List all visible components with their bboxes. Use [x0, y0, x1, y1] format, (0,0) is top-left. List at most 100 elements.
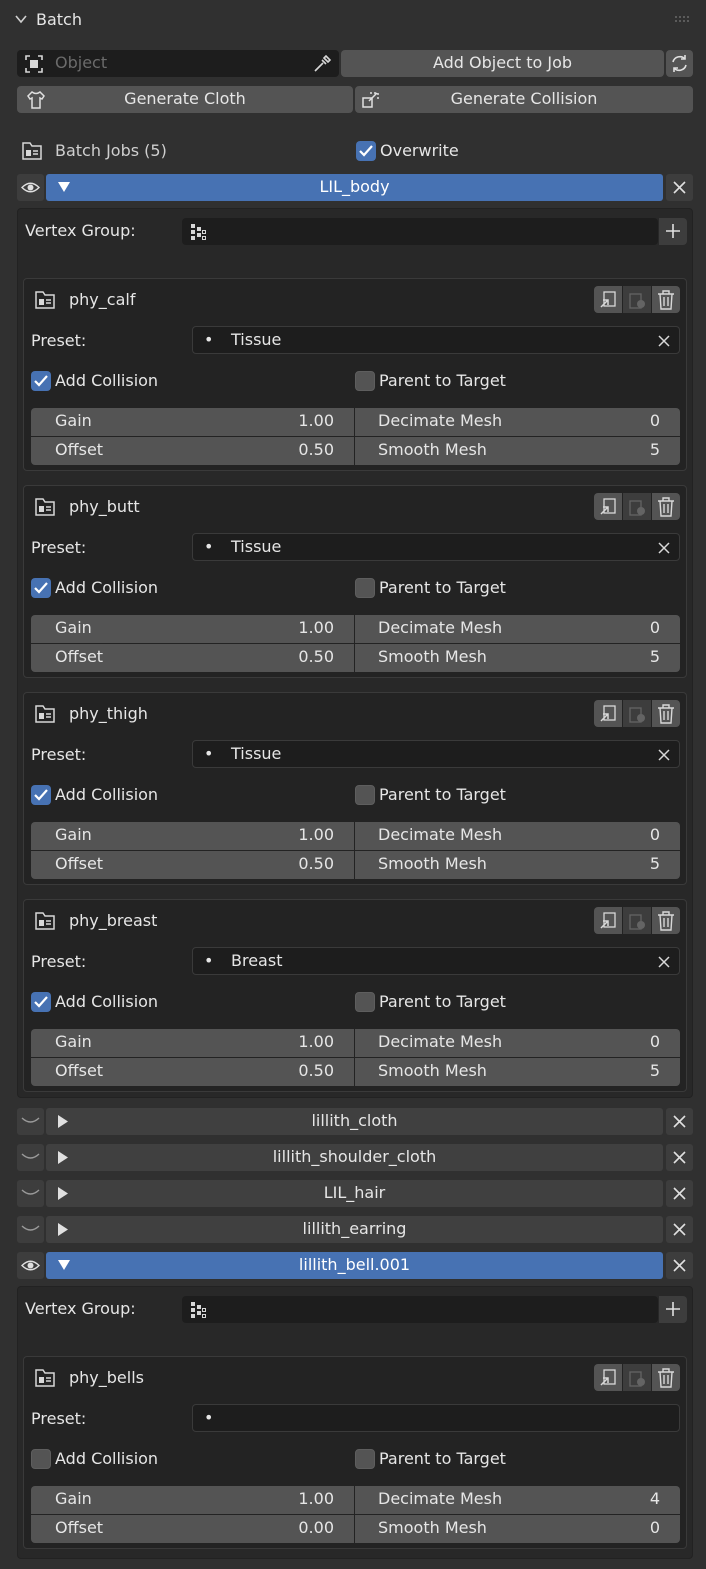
decimate-mesh-field[interactable]: Decimate Mesh 4 [355, 1486, 680, 1514]
object-placeholder: Object [55, 53, 108, 72]
clear-preset-icon[interactable] [658, 335, 670, 347]
offset-field[interactable]: Offset 0.00 [31, 1515, 354, 1543]
add-vertex-group-button[interactable] [659, 218, 687, 245]
job-header-lillith-bell[interactable]: lillith_bell.001 [46, 1252, 663, 1279]
smooth-mesh-field[interactable]: Smooth Mesh 0 [355, 1515, 680, 1543]
decimate-mesh-field[interactable]: Decimate Mesh 0 [355, 822, 680, 850]
parent-to-target-checkbox[interactable] [355, 785, 375, 805]
copy-settings-button[interactable] [594, 907, 622, 934]
offset-field[interactable]: Offset 0.50 [31, 644, 354, 672]
offset-field[interactable]: Offset 0.50 [31, 851, 354, 879]
job-visibility-toggle[interactable] [17, 1144, 44, 1171]
clear-preset-icon[interactable] [658, 749, 670, 761]
smooth-label: Smooth Mesh [378, 647, 487, 666]
smooth-mesh-field[interactable]: Smooth Mesh 5 [355, 437, 680, 465]
job-header-lillith-earring[interactable]: lillith_earring [46, 1216, 663, 1243]
gain-field[interactable]: Gain 1.00 [31, 822, 354, 850]
job-visibility-toggle[interactable] [17, 1108, 44, 1135]
paste-settings-button[interactable] [623, 286, 651, 313]
batch-item-phy-butt: phy_butt Preset: • Tissue Add Collision … [23, 485, 687, 678]
add-vertex-group-button[interactable] [659, 1296, 687, 1323]
job-visibility-toggle[interactable] [17, 1180, 44, 1207]
parent-to-target-label: Parent to Target [379, 992, 506, 1011]
parent-to-target-checkbox[interactable] [355, 578, 375, 598]
decimate-mesh-field[interactable]: Decimate Mesh 0 [355, 408, 680, 436]
trash-icon [658, 911, 674, 931]
generate-collision-button[interactable]: Generate Collision [355, 86, 693, 113]
object-picker-field[interactable]: Object [17, 50, 339, 77]
gain-field[interactable]: Gain 1.00 [31, 1486, 354, 1514]
job-visibility-toggle[interactable] [17, 1216, 44, 1243]
remove-job-button[interactable] [666, 1216, 693, 1243]
generate-cloth-button[interactable]: Generate Cloth [17, 86, 353, 113]
preset-field[interactable]: • [192, 1404, 680, 1432]
parent-to-target-checkbox[interactable] [355, 992, 375, 1012]
preset-field[interactable]: • Breast [192, 947, 680, 975]
overwrite-checkbox[interactable] [356, 141, 376, 161]
gain-field[interactable]: Gain 1.00 [31, 615, 354, 643]
smooth-mesh-field[interactable]: Smooth Mesh 5 [355, 1058, 680, 1086]
job-name: LIL_body [319, 177, 390, 196]
add-collision-checkbox[interactable] [31, 992, 51, 1012]
add-collision-checkbox[interactable] [31, 578, 51, 598]
copy-settings-button[interactable] [594, 286, 622, 313]
preset-label: Preset: [31, 1409, 87, 1428]
decimate-mesh-field[interactable]: Decimate Mesh 0 [355, 1029, 680, 1057]
delete-item-button[interactable] [652, 907, 680, 934]
gain-field[interactable]: Gain 1.00 [31, 1029, 354, 1057]
job-header-lillith-shoulder-cloth[interactable]: lillith_shoulder_cloth [46, 1144, 663, 1171]
clear-preset-icon[interactable] [658, 542, 670, 554]
add-object-to-job-button[interactable]: Add Object to Job [341, 50, 664, 77]
decimate-mesh-field[interactable]: Decimate Mesh 0 [355, 615, 680, 643]
vertex-group-field[interactable] [182, 1296, 658, 1323]
copy-settings-button[interactable] [594, 700, 622, 727]
job-header-lil-hair[interactable]: LIL_hair [46, 1180, 663, 1207]
refresh-button[interactable] [666, 50, 693, 77]
add-collision-checkbox[interactable] [31, 1449, 51, 1469]
remove-job-button[interactable] [666, 1144, 693, 1171]
clear-preset-icon[interactable] [658, 956, 670, 968]
drag-grip-icon[interactable] [674, 12, 692, 26]
preset-field[interactable]: • Tissue [192, 326, 680, 354]
add-collision-checkbox[interactable] [31, 785, 51, 805]
parent-to-target-checkbox[interactable] [355, 1449, 375, 1469]
eyedropper-icon[interactable] [311, 53, 333, 75]
add-collision-checkbox[interactable] [31, 371, 51, 391]
parent-to-target-checkbox[interactable] [355, 371, 375, 391]
vertex-group-field[interactable] [182, 218, 658, 245]
remove-job-button[interactable] [666, 1108, 693, 1135]
gain-label: Gain [55, 825, 92, 844]
checkmark-icon [359, 145, 373, 157]
delete-item-button[interactable] [652, 1364, 680, 1391]
smooth-mesh-field[interactable]: Smooth Mesh 5 [355, 851, 680, 879]
batch-panel-header[interactable]: Batch [0, 0, 706, 40]
preset-field[interactable]: • Tissue [192, 533, 680, 561]
copy-icon [600, 1369, 616, 1386]
job-visibility-toggle[interactable] [17, 174, 44, 201]
job-visibility-toggle[interactable] [17, 1252, 44, 1279]
gain-value: 1.00 [298, 411, 334, 430]
gain-field[interactable]: Gain 1.00 [31, 408, 354, 436]
copy-settings-button[interactable] [594, 493, 622, 520]
paste-settings-button[interactable] [623, 907, 651, 934]
preset-field[interactable]: • Tissue [192, 740, 680, 768]
job-header-lil-body[interactable]: LIL_body [46, 174, 663, 201]
remove-job-button[interactable] [666, 1252, 693, 1279]
paste-settings-button[interactable] [623, 493, 651, 520]
paste-icon [629, 500, 645, 516]
delete-item-button[interactable] [652, 700, 680, 727]
paste-settings-button[interactable] [623, 700, 651, 727]
smooth-mesh-field[interactable]: Smooth Mesh 5 [355, 644, 680, 672]
job-header-lillith-cloth[interactable]: lillith_cloth [46, 1108, 663, 1135]
batch-item-icon [35, 912, 55, 930]
offset-field[interactable]: Offset 0.50 [31, 1058, 354, 1086]
offset-field[interactable]: Offset 0.50 [31, 437, 354, 465]
paste-settings-button[interactable] [623, 1364, 651, 1391]
delete-item-button[interactable] [652, 493, 680, 520]
delete-item-button[interactable] [652, 286, 680, 313]
remove-job-button[interactable] [666, 174, 693, 201]
smooth-label: Smooth Mesh [378, 1061, 487, 1080]
gain-label: Gain [55, 618, 92, 637]
remove-job-button[interactable] [666, 1180, 693, 1207]
copy-settings-button[interactable] [594, 1364, 622, 1391]
